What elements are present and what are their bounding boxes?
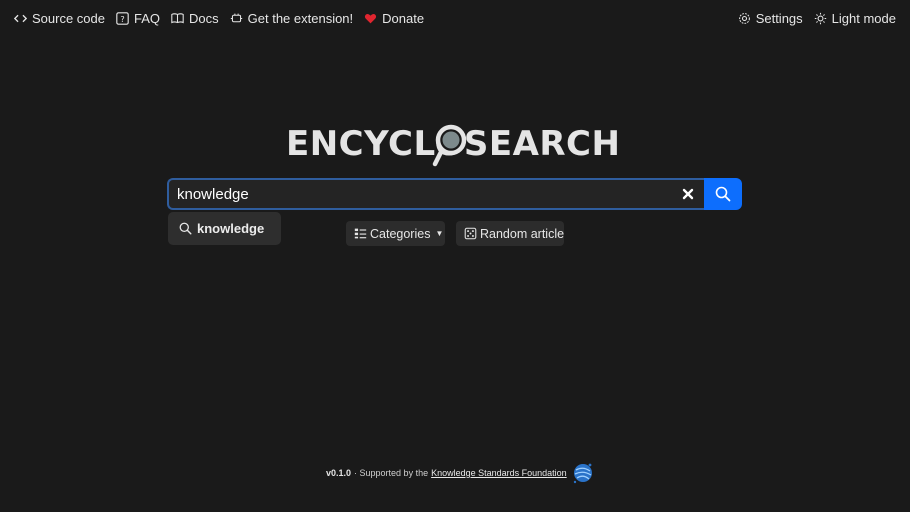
magnifier-logo-icon <box>432 124 467 167</box>
top-nav: Source code ? FAQ Docs Get the extension… <box>0 0 910 40</box>
source-code-link[interactable]: Source code <box>14 11 105 26</box>
site-logo: ENCYCLOSEARCH <box>286 120 626 170</box>
categories-button[interactable]: Categories ▼ <box>346 221 445 246</box>
version-text: v0.1.0 <box>326 468 352 478</box>
nav-right: Settings Light mode <box>727 11 896 26</box>
heart-icon <box>364 12 377 25</box>
search-submit-button[interactable] <box>704 178 742 210</box>
question-square-icon: ? <box>116 12 129 25</box>
search-icon <box>179 222 192 235</box>
settings-label: Settings <box>755 11 803 26</box>
donate-link[interactable]: Donate <box>364 11 424 26</box>
supported-by-text: · Supported by the <box>354 468 429 478</box>
random-article-button[interactable]: Random article <box>456 221 564 246</box>
light-mode-toggle[interactable]: Light mode <box>814 11 896 26</box>
donate-label: Donate <box>382 11 425 26</box>
search-input[interactable] <box>167 178 704 210</box>
sun-icon <box>814 12 827 25</box>
suggestion-dropdown: knowledge <box>168 212 281 245</box>
nav-left: Source code ? FAQ Docs Get the extension… <box>14 11 435 26</box>
caret-down-icon: ▼ <box>435 229 444 238</box>
clear-search-button[interactable] <box>679 185 697 203</box>
random-article-label: Random article <box>480 226 565 241</box>
light-mode-label: Light mode <box>831 11 896 26</box>
dice-icon <box>464 227 477 240</box>
plugin-icon <box>230 12 243 25</box>
settings-link[interactable]: Settings <box>738 11 803 26</box>
suggestion-item[interactable]: knowledge <box>168 212 281 245</box>
categories-icon <box>354 227 367 240</box>
faq-link[interactable]: ? FAQ <box>116 11 160 26</box>
foundation-link[interactable]: Knowledge Standards Foundation <box>431 468 567 478</box>
svg-text:?: ? <box>120 14 124 24</box>
suggestion-label: knowledge <box>197 221 265 236</box>
foundation-logo-icon <box>573 463 592 484</box>
code-icon <box>14 12 27 25</box>
docs-label: Docs <box>189 11 219 26</box>
get-extension-label: Get the extension! <box>247 11 354 26</box>
search-bar <box>167 178 743 210</box>
book-icon <box>171 12 184 25</box>
faq-label: FAQ <box>134 11 161 26</box>
footer: v0.1.0 · Supported by the Knowledge Stan… <box>326 462 594 484</box>
source-code-label: Source code <box>32 11 105 26</box>
close-icon <box>682 188 694 200</box>
categories-label: Categories <box>370 226 431 241</box>
gear-icon <box>738 12 751 25</box>
get-extension-link[interactable]: Get the extension! <box>230 11 354 26</box>
docs-link[interactable]: Docs <box>171 11 219 26</box>
search-icon <box>715 186 731 202</box>
